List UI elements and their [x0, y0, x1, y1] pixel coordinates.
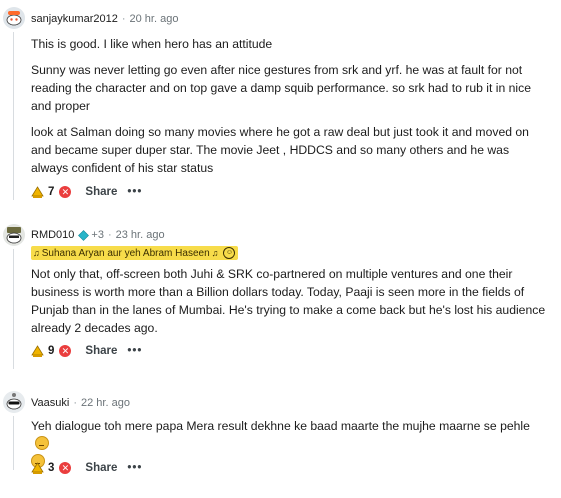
avatar[interactable] [3, 224, 25, 246]
comment-meta: RMD010 +3 · 23 hr. ago [31, 229, 165, 241]
gem-icon [78, 229, 90, 241]
share-button[interactable]: Share [85, 462, 117, 474]
downvote-icon[interactable]: ✕ [59, 345, 72, 357]
share-button[interactable]: Share [85, 186, 117, 198]
username[interactable]: Vaasuki [31, 397, 69, 409]
thread-line[interactable] [13, 249, 14, 369]
timestamp[interactable]: 22 hr. ago [81, 397, 130, 409]
upvote-award-icon[interactable] [31, 461, 44, 475]
vote-count: 3 [48, 462, 55, 474]
comment-meta: Vaasuki · 22 hr. ago [31, 397, 130, 409]
avatar[interactable] [3, 7, 25, 29]
smiley-icon: ☺ [223, 247, 236, 259]
separator: · [121, 13, 126, 25]
comment-actions: 9 ✕ Share ••• [31, 342, 142, 360]
upvote-award-icon[interactable] [31, 185, 44, 199]
user-flair: ♫ Suhana Aryan aur yeh Abram Haseen ♫ ☺ [31, 246, 239, 260]
comment-meta: sanjaykumar2012 · 20 hr. ago [31, 13, 178, 25]
comment-text: Yeh dialogue toh mere papa Mera result d… [31, 419, 530, 433]
more-icon[interactable]: ••• [127, 186, 142, 198]
comment-paragraph: look at Salman doing so many movies wher… [31, 125, 529, 175]
music-note-icon: ♫ [33, 248, 40, 258]
timestamp[interactable]: 23 hr. ago [116, 229, 165, 241]
downvote-icon[interactable]: ✕ [59, 462, 72, 474]
upvote-award-icon[interactable] [31, 344, 44, 358]
vote-count: 9 [48, 345, 55, 357]
more-icon[interactable]: ••• [127, 345, 142, 357]
comment-actions: 7 ✕ Share ••• [31, 183, 142, 201]
flair-text: Suhana Aryan aur yeh Abram Haseen [41, 247, 210, 259]
avatar[interactable] [3, 391, 25, 413]
separator: · [107, 229, 112, 241]
timestamp[interactable]: 20 hr. ago [130, 13, 179, 25]
more-icon[interactable]: ••• [127, 462, 142, 474]
karma-plus: +3 [91, 229, 104, 241]
thread-line[interactable] [13, 416, 14, 470]
music-note-icon: ♫ [211, 248, 219, 258]
comment-actions: 3 ✕ Share ••• [31, 459, 142, 477]
comment-paragraph: Sunny was never letting go even after ni… [31, 63, 531, 113]
grin-emoji [35, 436, 49, 450]
thread-line[interactable] [13, 32, 14, 200]
downvote-icon[interactable]: ✕ [59, 186, 72, 198]
comment-paragraph: Not only that, off-screen both Juhi & SR… [31, 267, 546, 335]
share-button[interactable]: Share [85, 345, 117, 357]
username[interactable]: sanjaykumar2012 [31, 13, 118, 25]
separator: · [73, 397, 77, 409]
comment-paragraph: This is good. I like when hero has an at… [31, 37, 273, 51]
vote-count: 7 [48, 186, 55, 198]
username[interactable]: RMD010 [31, 229, 74, 241]
